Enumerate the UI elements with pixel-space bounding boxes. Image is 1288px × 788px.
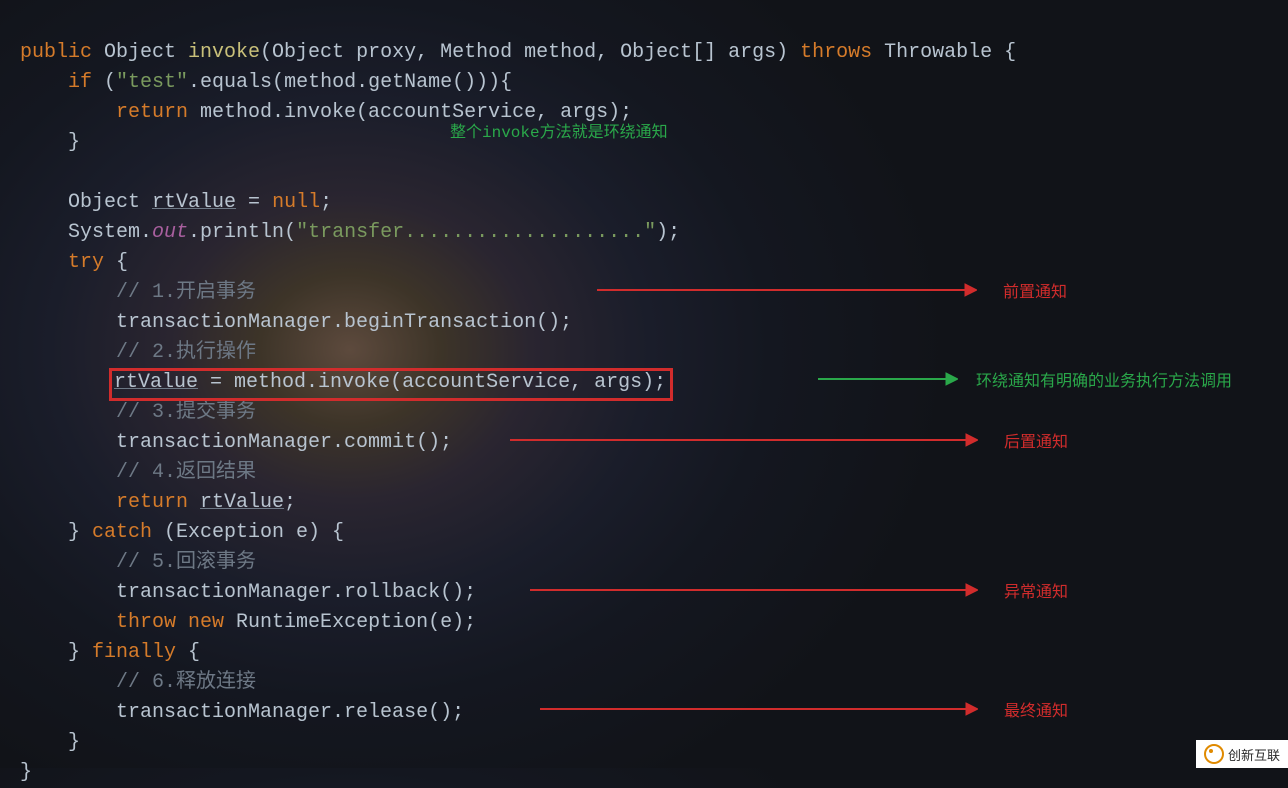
line-rollback: transactionManager.rollback(); xyxy=(20,581,476,604)
arrow-icon xyxy=(530,582,978,598)
comment-3: // 3.提交事务 xyxy=(20,401,256,424)
anno-after-returning: 后置通知 xyxy=(510,428,1068,452)
line-release: transactionManager.release(); xyxy=(20,701,464,724)
comment-5: // 5.回滚事务 xyxy=(20,551,256,574)
comment-4: // 4.返回结果 xyxy=(20,461,256,484)
line-begin-tx: transactionManager.beginTransaction(); xyxy=(20,311,572,334)
keyword-public: public xyxy=(20,41,92,64)
anno-after-advice: 最终通知 xyxy=(540,697,1068,721)
arrow-icon xyxy=(510,432,978,448)
comment-2: // 2.执行操作 xyxy=(20,341,256,364)
anno-around-method: 整个invoke方法就是环绕通知 xyxy=(450,118,668,142)
line-commit: transactionManager.commit(); xyxy=(20,431,452,454)
highlighted-invoke: rtValue = method.invoke(accountService, … xyxy=(112,371,670,398)
arrow-icon xyxy=(818,371,958,387)
arrow-icon xyxy=(540,701,978,717)
comment-1: // 1.开启事务 xyxy=(20,281,256,304)
arrow-icon xyxy=(597,282,977,298)
anno-before-advice: 前置通知 xyxy=(597,278,1067,302)
comment-6: // 6.释放连接 xyxy=(20,671,256,694)
method-name: invoke xyxy=(188,41,260,64)
watermark-text: 创新互联 xyxy=(1228,745,1280,764)
anno-around-call: 环绕通知有明确的业务执行方法调用 xyxy=(818,367,1232,391)
watermark: 创新互联 xyxy=(1196,740,1288,768)
anno-after-throwing: 异常通知 xyxy=(530,578,1068,602)
watermark-logo-icon xyxy=(1204,744,1224,764)
